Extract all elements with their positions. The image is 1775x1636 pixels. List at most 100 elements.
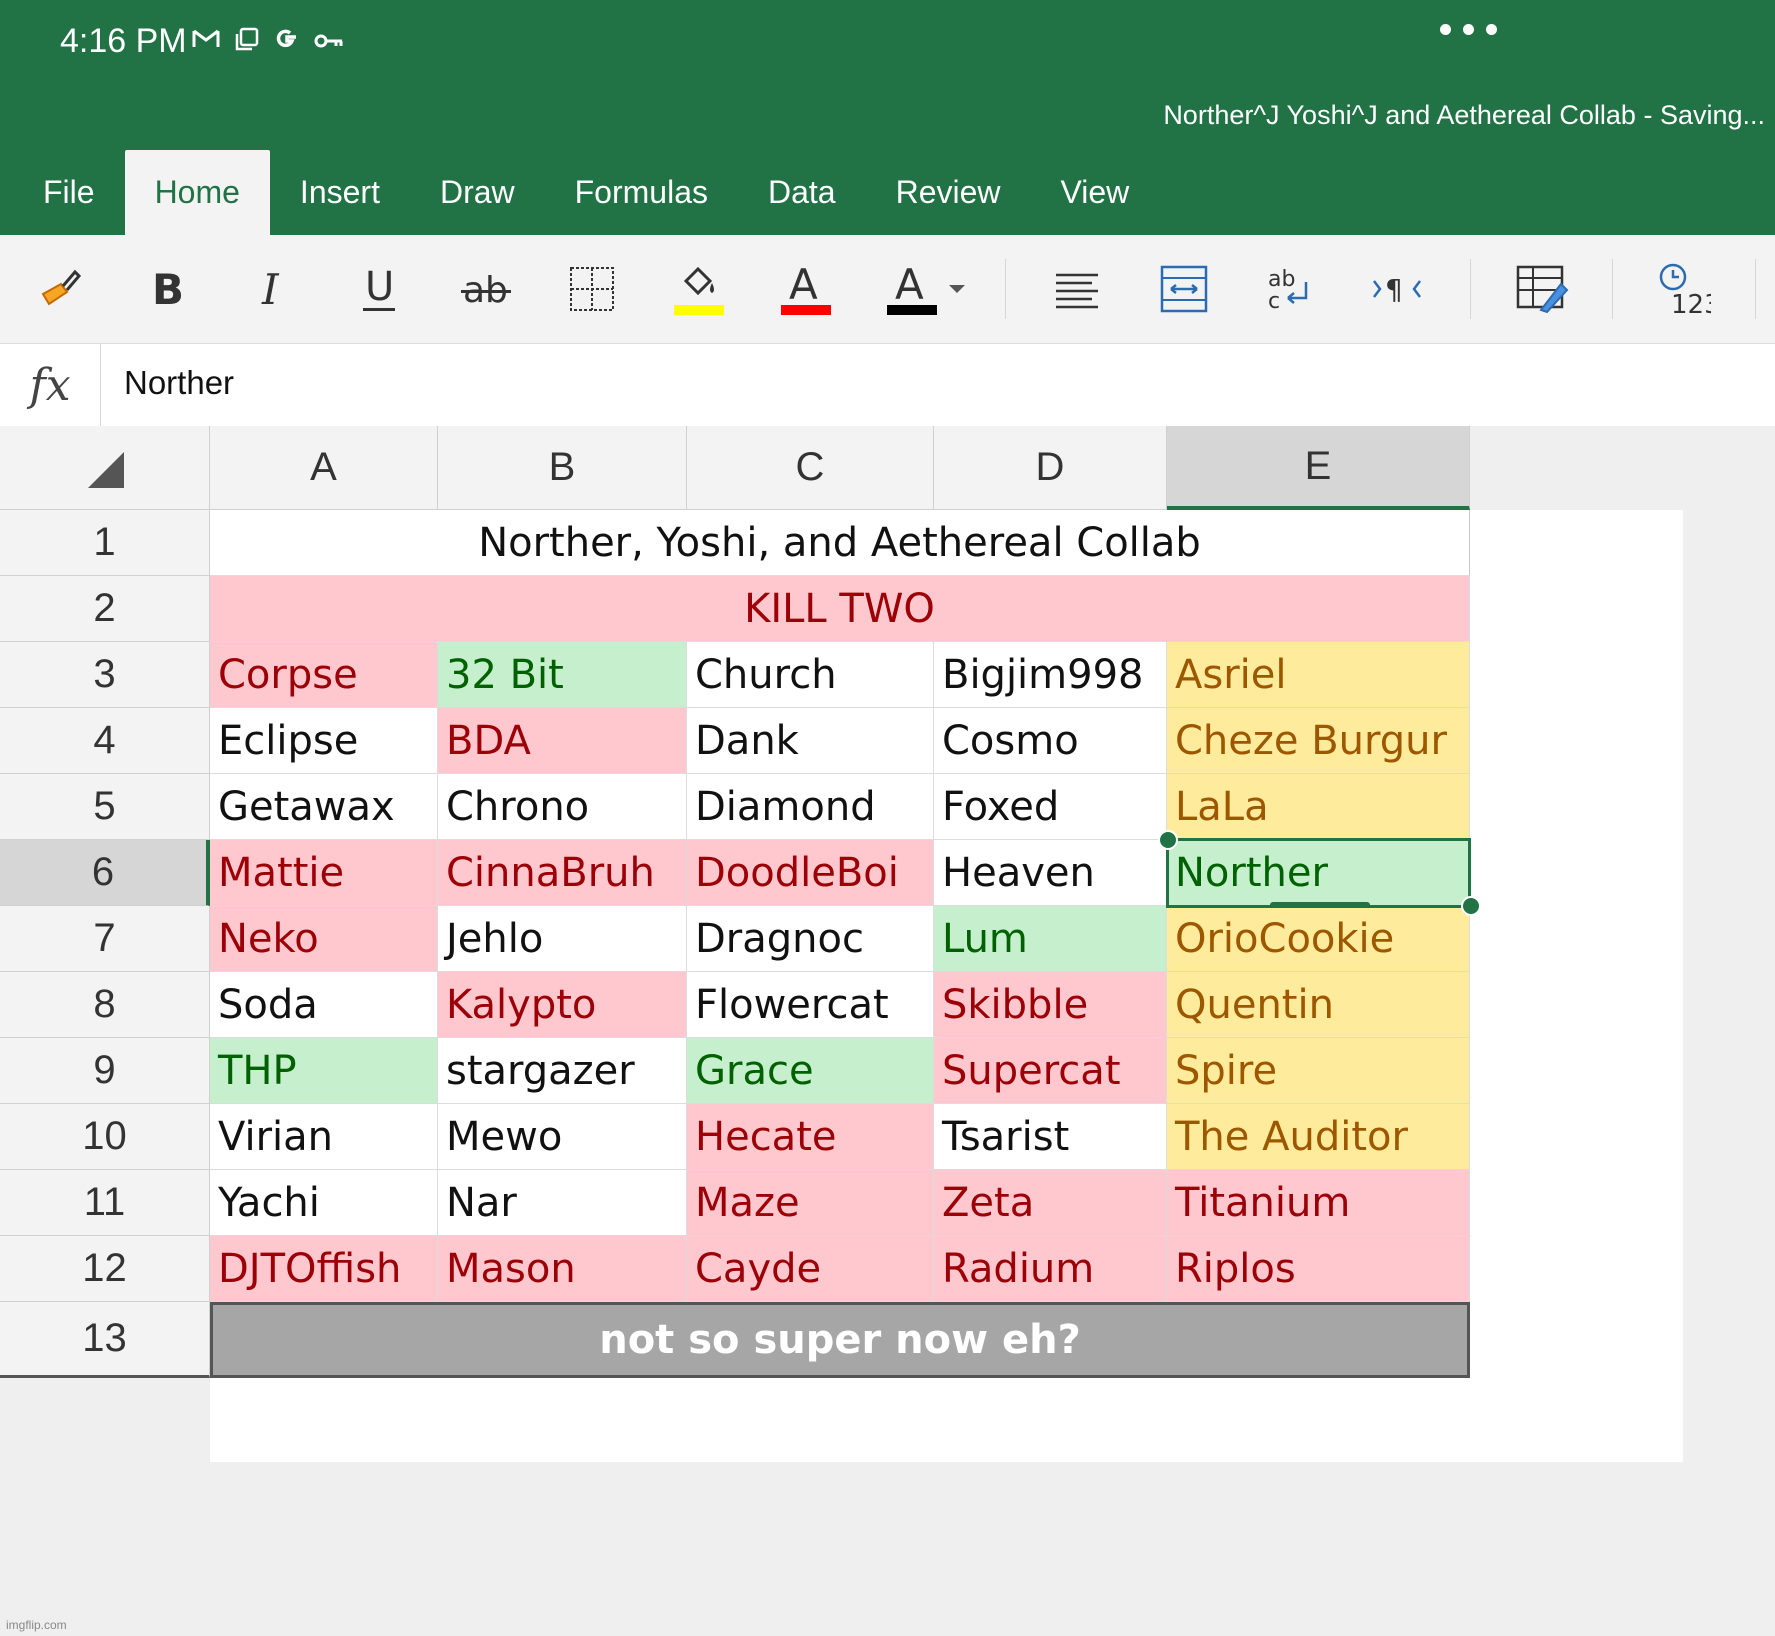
cell-b6[interactable]: CinnaBruh bbox=[438, 840, 687, 906]
cell-d3[interactable]: Bigjim998 bbox=[934, 642, 1167, 708]
merge-icon[interactable] bbox=[1150, 255, 1218, 323]
cell-d12[interactable]: Radium bbox=[934, 1236, 1167, 1302]
cell-d5[interactable]: Foxed bbox=[934, 774, 1167, 840]
cell-e9[interactable]: Spire bbox=[1167, 1038, 1470, 1104]
cell-a11[interactable]: Yachi bbox=[210, 1170, 438, 1236]
cell-c10[interactable]: Hecate bbox=[687, 1104, 934, 1170]
tab-review[interactable]: Review bbox=[866, 150, 1031, 235]
title-cell[interactable]: Norther, Yoshi, and Aethereal Collab bbox=[210, 510, 1470, 576]
row-header-5[interactable]: 5 bbox=[0, 774, 210, 840]
font-color-dropdown-icon[interactable] bbox=[942, 255, 972, 323]
cell-a8[interactable]: Soda bbox=[210, 972, 438, 1038]
row-header-1[interactable]: 1 bbox=[0, 510, 210, 576]
row-header-8[interactable]: 8 bbox=[0, 972, 210, 1038]
banner-cell[interactable]: KILL TWO bbox=[210, 576, 1470, 642]
underline-icon[interactable]: U bbox=[345, 255, 413, 323]
row-header-10[interactable]: 10 bbox=[0, 1104, 210, 1170]
cell-e12[interactable]: Riplos bbox=[1167, 1236, 1470, 1302]
cell-e7[interactable]: OrioCookie bbox=[1167, 906, 1470, 972]
cell-b5[interactable]: Chrono bbox=[438, 774, 687, 840]
column-header-d[interactable]: D bbox=[934, 426, 1167, 510]
cell-b7[interactable]: Jehlo bbox=[438, 906, 687, 972]
cell-c12[interactable]: Cayde bbox=[687, 1236, 934, 1302]
tab-formulas[interactable]: Formulas bbox=[545, 150, 738, 235]
cell-a12[interactable]: DJTOffish bbox=[210, 1236, 438, 1302]
row-header-2[interactable]: 2 bbox=[0, 576, 210, 642]
cell-b8[interactable]: Kalypto bbox=[438, 972, 687, 1038]
cell-b3[interactable]: 32 Bit bbox=[438, 642, 687, 708]
cell-d4[interactable]: Cosmo bbox=[934, 708, 1167, 774]
cell-a10[interactable]: Virian bbox=[210, 1104, 438, 1170]
bold-icon[interactable]: B bbox=[132, 255, 200, 323]
cell-e4[interactable]: Cheze Burgur bbox=[1167, 708, 1470, 774]
tab-insert[interactable]: Insert bbox=[270, 150, 410, 235]
formula-input[interactable]: Norther bbox=[124, 364, 234, 402]
cell-a9[interactable]: THP bbox=[210, 1038, 438, 1104]
cell-e10[interactable]: The Auditor bbox=[1167, 1104, 1470, 1170]
cell-c5[interactable]: Diamond bbox=[687, 774, 934, 840]
row-header-9[interactable]: 9 bbox=[0, 1038, 210, 1104]
cell-c6[interactable]: DoodleBoi bbox=[687, 840, 934, 906]
cell-c7[interactable]: Dragnoc bbox=[687, 906, 934, 972]
strikethrough-icon[interactable]: ab bbox=[452, 255, 520, 323]
row-header-4[interactable]: 4 bbox=[0, 708, 210, 774]
cell-d11[interactable]: Zeta bbox=[934, 1170, 1167, 1236]
row-header-12[interactable]: 12 bbox=[0, 1236, 210, 1302]
row-header-7[interactable]: 7 bbox=[0, 906, 210, 972]
more-options-icon[interactable] bbox=[1440, 24, 1497, 35]
cell-c8[interactable]: Flowercat bbox=[687, 972, 934, 1038]
tab-data[interactable]: Data bbox=[738, 150, 866, 235]
font-color-icon[interactable]: A bbox=[772, 255, 840, 323]
align-icon[interactable] bbox=[1043, 255, 1111, 323]
column-header-b[interactable]: B bbox=[438, 426, 687, 510]
column-header-c[interactable]: C bbox=[687, 426, 934, 510]
cell-d9[interactable]: Supercat bbox=[934, 1038, 1167, 1104]
cell-a6[interactable]: Mattie bbox=[210, 840, 438, 906]
tab-view[interactable]: View bbox=[1031, 150, 1160, 235]
row-header-3[interactable]: 3 bbox=[0, 642, 210, 708]
footer-cell[interactable]: not so super now eh? bbox=[210, 1302, 1470, 1378]
row-header-13[interactable]: 13 bbox=[0, 1302, 210, 1378]
cell-d6[interactable]: Heaven bbox=[934, 840, 1167, 906]
text-direction-icon[interactable]: ¶ bbox=[1363, 255, 1431, 323]
row-header-6[interactable]: 6 bbox=[0, 840, 210, 906]
cell-a3[interactable]: Corpse bbox=[210, 642, 438, 708]
cell-c11[interactable]: Maze bbox=[687, 1170, 934, 1236]
column-header-e[interactable]: E bbox=[1167, 426, 1470, 510]
cell-b12[interactable]: Mason bbox=[438, 1236, 687, 1302]
cell-c4[interactable]: Dank bbox=[687, 708, 934, 774]
cell-e11[interactable]: Titanium bbox=[1167, 1170, 1470, 1236]
format-painter-icon[interactable] bbox=[26, 255, 94, 323]
tab-draw[interactable]: Draw bbox=[410, 150, 545, 235]
cell-e5[interactable]: LaLa bbox=[1167, 774, 1470, 840]
cell-d7[interactable]: Lum bbox=[934, 906, 1167, 972]
font-color-black-icon[interactable]: A bbox=[878, 255, 946, 323]
cell-e6[interactable]: Norther bbox=[1167, 840, 1470, 906]
selection-handle-bottom[interactable] bbox=[1461, 896, 1481, 916]
italic-icon[interactable]: I bbox=[238, 255, 306, 323]
format-table-icon[interactable] bbox=[1508, 255, 1576, 323]
borders-icon[interactable] bbox=[558, 255, 626, 323]
fill-color-icon[interactable] bbox=[665, 255, 733, 323]
cell-b10[interactable]: Mewo bbox=[438, 1104, 687, 1170]
wrap-text-icon[interactable]: ab c bbox=[1257, 255, 1325, 323]
fx-icon[interactable]: fx bbox=[0, 344, 101, 426]
cell-e3[interactable]: Asriel bbox=[1167, 642, 1470, 708]
cell-c9[interactable]: Grace bbox=[687, 1038, 934, 1104]
row-header-11[interactable]: 11 bbox=[0, 1170, 210, 1236]
number-format-icon[interactable]: 123 bbox=[1650, 255, 1718, 323]
cell-a5[interactable]: Getawax bbox=[210, 774, 438, 840]
cell-e8[interactable]: Quentin bbox=[1167, 972, 1470, 1038]
cell-b4[interactable]: BDA bbox=[438, 708, 687, 774]
cell-c3[interactable]: Church bbox=[687, 642, 934, 708]
cell-d8[interactable]: Skibble bbox=[934, 972, 1167, 1038]
cell-a7[interactable]: Neko bbox=[210, 906, 438, 972]
column-header-a[interactable]: A bbox=[210, 426, 438, 510]
cell-b11[interactable]: Nar bbox=[438, 1170, 687, 1236]
selection-handle-top[interactable] bbox=[1158, 830, 1178, 850]
cell-d10[interactable]: Tsarist bbox=[934, 1104, 1167, 1170]
tab-file[interactable]: File bbox=[0, 150, 125, 235]
tab-home[interactable]: Home bbox=[124, 150, 270, 235]
cell-b9[interactable]: stargazer bbox=[438, 1038, 687, 1104]
cell-a4[interactable]: Eclipse bbox=[210, 708, 438, 774]
